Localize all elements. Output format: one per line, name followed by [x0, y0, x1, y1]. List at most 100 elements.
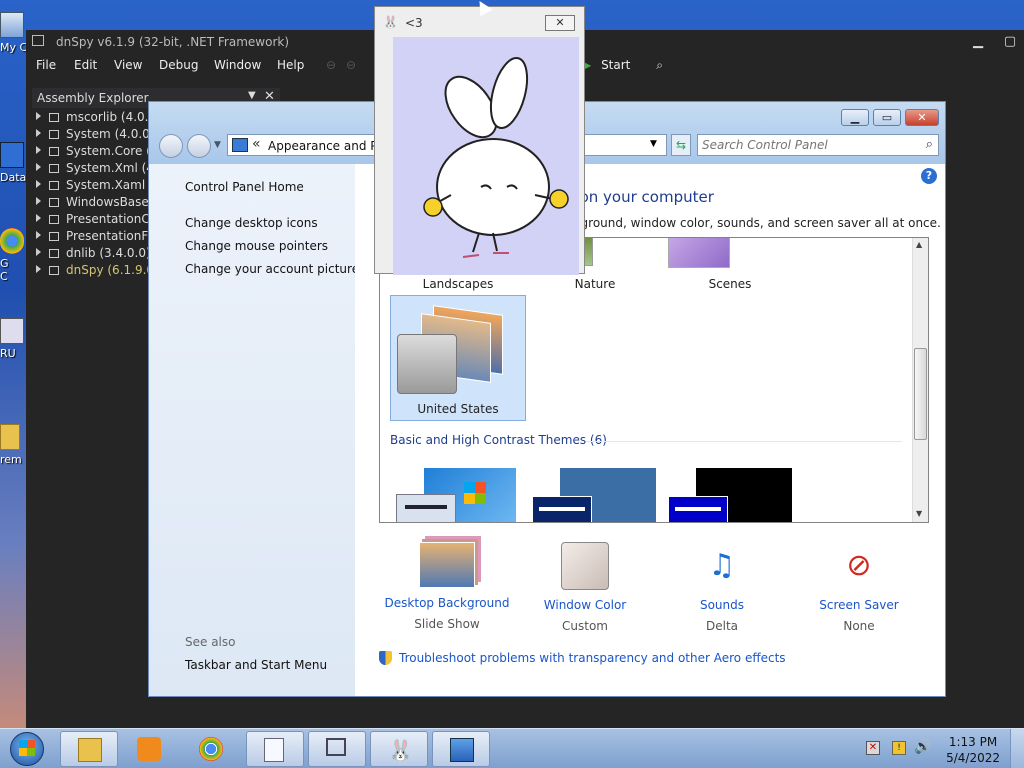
- change-account-picture-link[interactable]: Change your account picture: [185, 262, 359, 276]
- desktop-icon-data[interactable]: Data: [0, 142, 28, 184]
- menu-edit[interactable]: Edit: [74, 58, 97, 72]
- theme-preview-color: [668, 496, 728, 522]
- volume-icon[interactable]: 🔊: [914, 739, 931, 755]
- search-input[interactable]: [702, 137, 912, 153]
- desktop-icon-computer[interactable]: My C: [0, 12, 28, 54]
- sounds-link[interactable]: Sounds: [652, 598, 792, 612]
- theme-united-states[interactable]: United States: [390, 295, 526, 421]
- taskbar-explorer-button[interactable]: [60, 731, 118, 767]
- menu-debug[interactable]: Debug: [159, 58, 198, 72]
- taskbar: 🐰 ✕ ! 🔊 1:13 PM 5/4/2022: [0, 728, 1024, 768]
- taskbar-bunny-button[interactable]: 🐰: [370, 731, 428, 767]
- desktop-background-item[interactable]: Desktop Background Slide Show: [377, 542, 517, 631]
- breadcrumb-prefix[interactable]: «: [252, 136, 261, 152]
- window-color-link[interactable]: Window Color: [515, 598, 655, 612]
- theme-label[interactable]: Scenes: [670, 277, 790, 291]
- theme-label[interactable]: Landscapes: [398, 277, 518, 291]
- themes-list[interactable]: Landscapes Nature Scenes United States B…: [379, 237, 929, 523]
- clock[interactable]: 1:13 PM 5/4/2022: [946, 734, 1000, 766]
- action-center-icon[interactable]: !: [892, 741, 906, 755]
- close-button[interactable]: ✕: [545, 15, 575, 31]
- clock-date: 5/4/2022: [946, 751, 1000, 765]
- taskbar-media-player-button[interactable]: [120, 731, 178, 767]
- taskbar-task-view-button[interactable]: [308, 731, 366, 767]
- close-button[interactable]: ✕: [905, 109, 939, 126]
- back-nav-icon[interactable]: ⊖: [326, 58, 336, 72]
- bunny-window[interactable]: 🐰 <3 ✕: [374, 6, 585, 275]
- desktop-icon-chrome[interactable]: G C: [0, 228, 28, 283]
- scroll-up-icon[interactable]: ▲: [916, 240, 922, 249]
- forward-button[interactable]: [187, 134, 211, 158]
- maximize-button[interactable]: ▭: [873, 109, 901, 126]
- minimize-button[interactable]: ▁: [841, 109, 869, 126]
- chrome-icon: [199, 737, 223, 761]
- taskbar-notepad-button[interactable]: [246, 731, 304, 767]
- page-subtitle: ckground, window color, sounds, and scre…: [567, 216, 941, 230]
- theme-label: United States: [417, 402, 499, 416]
- change-mouse-pointers-link[interactable]: Change mouse pointers: [185, 239, 328, 253]
- desktop-icon-app[interactable]: RU: [0, 318, 28, 360]
- menu-help[interactable]: Help: [277, 58, 304, 72]
- pane-dropdown-icon[interactable]: ▼: [248, 90, 256, 101]
- sounds-item[interactable]: ♫ Sounds Delta: [652, 542, 792, 633]
- screen-saver-icon: ⊘: [846, 548, 872, 583]
- minimize-icon[interactable]: ▁: [968, 32, 988, 52]
- tree-item-label: dnSpy (6.1.9.0): [66, 263, 159, 277]
- scroll-down-icon[interactable]: ▼: [916, 509, 922, 518]
- desktop-background-link[interactable]: Desktop Background: [377, 596, 517, 610]
- maximize-icon[interactable]: ▢: [1000, 32, 1020, 52]
- show-desktop-button[interactable]: [1010, 729, 1024, 768]
- page-title: s on your computer: [567, 188, 714, 206]
- desktop-icon-label: G C: [0, 257, 9, 283]
- themes-scrollbar[interactable]: ▲ ▼: [912, 238, 928, 522]
- menu-view[interactable]: View: [114, 58, 142, 72]
- sounds-value: Delta: [705, 619, 738, 633]
- bunny-window-title: <3: [405, 16, 423, 30]
- window-color-item[interactable]: Window Color Custom: [515, 542, 655, 633]
- scroll-thumb[interactable]: [914, 348, 927, 440]
- menu-file[interactable]: File: [36, 58, 56, 72]
- theme-preview-color: [397, 334, 457, 394]
- tree-item[interactable]: dnSpy (6.1.9.0): [36, 263, 159, 280]
- menu-window[interactable]: Window: [214, 58, 261, 72]
- sounds-icon: ♫: [708, 548, 736, 583]
- dnspy-title: dnSpy v6.1.9 (32-bit, .NET Framework): [56, 35, 290, 49]
- windows-logo-icon: [19, 740, 35, 756]
- tasks-pane: Control Panel Home Change desktop icons …: [149, 164, 359, 696]
- window-color-icon: [561, 542, 609, 590]
- tree-item[interactable]: dnlib (3.4.0.0): [36, 246, 151, 263]
- app-icon: [0, 318, 24, 344]
- taskbar-start-menu-link[interactable]: Taskbar and Start Menu: [185, 658, 327, 672]
- forward-nav-icon[interactable]: ⊖: [346, 58, 356, 72]
- search-icon[interactable]: ⌕: [656, 58, 663, 72]
- control-panel-home-link[interactable]: Control Panel Home: [185, 180, 304, 194]
- desktop-icon-folder[interactable]: rem: [0, 424, 28, 466]
- network-error-icon[interactable]: ✕: [866, 741, 880, 755]
- bunny-illustration: [423, 56, 569, 258]
- taskbar-control-panel-button[interactable]: [432, 731, 490, 767]
- control-panel-icon: [450, 738, 474, 762]
- start-debug-button[interactable]: ▶ Start ⌕: [582, 58, 663, 73]
- back-button[interactable]: [159, 134, 183, 158]
- search-box[interactable]: ⌕: [697, 134, 939, 156]
- media-player-icon: [137, 737, 161, 761]
- search-icon[interactable]: ⌕: [926, 137, 933, 152]
- screen-saver-link[interactable]: Screen Saver: [789, 598, 929, 612]
- theme-thumb-scenes[interactable]: [668, 238, 730, 268]
- tree-item[interactable]: System (4.0.0.0): [36, 127, 166, 144]
- troubleshoot-link[interactable]: Troubleshoot problems with transparency …: [399, 651, 786, 665]
- section-divider: [586, 441, 902, 442]
- recent-pages-icon[interactable]: ▼: [214, 140, 221, 150]
- start-button[interactable]: [4, 729, 48, 768]
- desktop-background-value: Slide Show: [414, 617, 480, 631]
- change-desktop-icons-link[interactable]: Change desktop icons: [185, 216, 318, 230]
- theme-label[interactable]: Nature: [535, 277, 655, 291]
- refresh-button[interactable]: ⇆: [671, 134, 691, 156]
- control-panel-icon: [232, 138, 248, 152]
- address-dropdown-icon[interactable]: ▼: [650, 139, 657, 149]
- windows-logo-icon: [464, 482, 486, 504]
- help-icon[interactable]: ?: [921, 168, 937, 184]
- taskbar-chrome-button[interactable]: [182, 731, 240, 767]
- bunny-canvas: [393, 37, 579, 275]
- screen-saver-item[interactable]: ⊘ Screen Saver None: [789, 542, 929, 633]
